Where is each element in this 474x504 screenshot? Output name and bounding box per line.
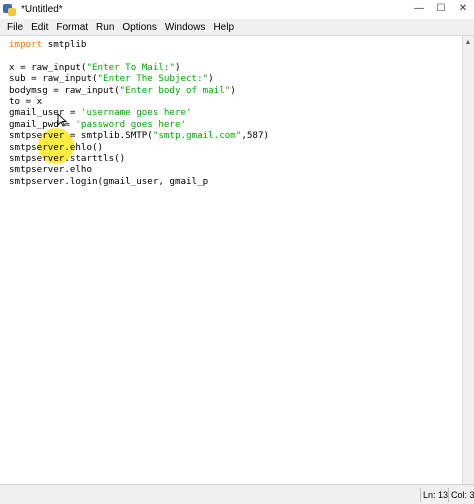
code-string: "Enter The Subject:" [97, 73, 209, 85]
code-text: smtpserver = smtplib.SMTP( [9, 130, 153, 142]
code-text: smtpserver.ehlo() [9, 141, 104, 153]
status-line-number: Ln: 13 [420, 488, 450, 502]
code-text: smtpserver.starttls() [9, 153, 126, 164]
code-text: x = raw_input( [9, 61, 87, 73]
menu-bar: File Edit Format Run Options Windows Hel… [0, 19, 474, 36]
code-text: bodymsg = raw_input( [9, 84, 120, 96]
code-editor[interactable]: import smtplib x = raw_input("Enter To Ma… [0, 36, 462, 484]
scroll-up-arrow-icon[interactable]: ▲ [462, 36, 474, 48]
code-text: to = x [9, 96, 43, 107]
code-line: smtpserver.elho [9, 164, 92, 176]
menu-format[interactable]: Format [52, 22, 92, 33]
code-text: ) [230, 84, 236, 96]
menu-file[interactable]: File [3, 22, 27, 33]
code-line: sub = raw_input("Enter The Subject:") [9, 73, 214, 85]
minimize-button[interactable]: — [408, 0, 430, 17]
code-string: 'password goes here' [75, 118, 187, 130]
code-text: ,587) [241, 130, 270, 142]
vertical-scrollbar[interactable] [462, 36, 474, 484]
code-line: x = raw_input("Enter To Mail:") [9, 62, 181, 74]
code-line: bodymsg = raw_input("Enter body of mail"… [9, 85, 236, 97]
code-text: ) [208, 73, 214, 85]
python-idle-icon [3, 3, 17, 17]
code-string: "smtp.gmail.com" [152, 130, 242, 142]
code-line: import smtplib [9, 39, 86, 51]
menu-edit[interactable]: Edit [27, 22, 52, 33]
close-button[interactable]: ✕ [452, 0, 474, 17]
code-text: sub = raw_input( [9, 73, 98, 85]
code-text: gmail_user = [9, 107, 81, 119]
code-line: smtpserver.login(gmail_user, gmail_p [9, 176, 208, 188]
code-string: "Enter body of mail" [119, 84, 231, 96]
code-string: "Enter To Mail:" [86, 61, 175, 73]
code-keyword: import [9, 39, 43, 50]
code-text: smtplib [42, 39, 87, 50]
code-text: smtpserver.login(gmail_user, gmail_p [9, 175, 209, 187]
menu-help[interactable]: Help [209, 22, 238, 33]
menu-run[interactable]: Run [92, 22, 118, 33]
code-text: smtpserver.elho [9, 164, 92, 176]
code-line: smtpserver = smtplib.SMTP("smtp.gmail.co… [9, 130, 269, 142]
code-text: ) [174, 61, 181, 73]
code-line: smtpserver.starttls() [9, 153, 125, 165]
window-title: *Untitled* [21, 4, 63, 15]
maximize-button[interactable]: ☐ [430, 0, 452, 17]
status-column-number: Col: 36 [448, 488, 474, 502]
status-bar: Ln: 13 Col: 36 [0, 484, 474, 504]
menu-options[interactable]: Options [118, 22, 160, 33]
code-line: gmail_user = 'username goes here' [9, 107, 192, 119]
code-line: to = x [9, 96, 42, 108]
title-bar: *Untitled* — ☐ ✕ [0, 0, 474, 19]
menu-windows[interactable]: Windows [161, 22, 210, 33]
code-line: gmail_pwd = 'password goes here' [9, 119, 186, 131]
code-line: smtpserver.ehlo() [9, 142, 103, 154]
code-string: 'username goes here' [80, 107, 192, 119]
window-controls: — ☐ ✕ [408, 0, 474, 17]
mouse-pointer-icon [57, 113, 67, 127]
